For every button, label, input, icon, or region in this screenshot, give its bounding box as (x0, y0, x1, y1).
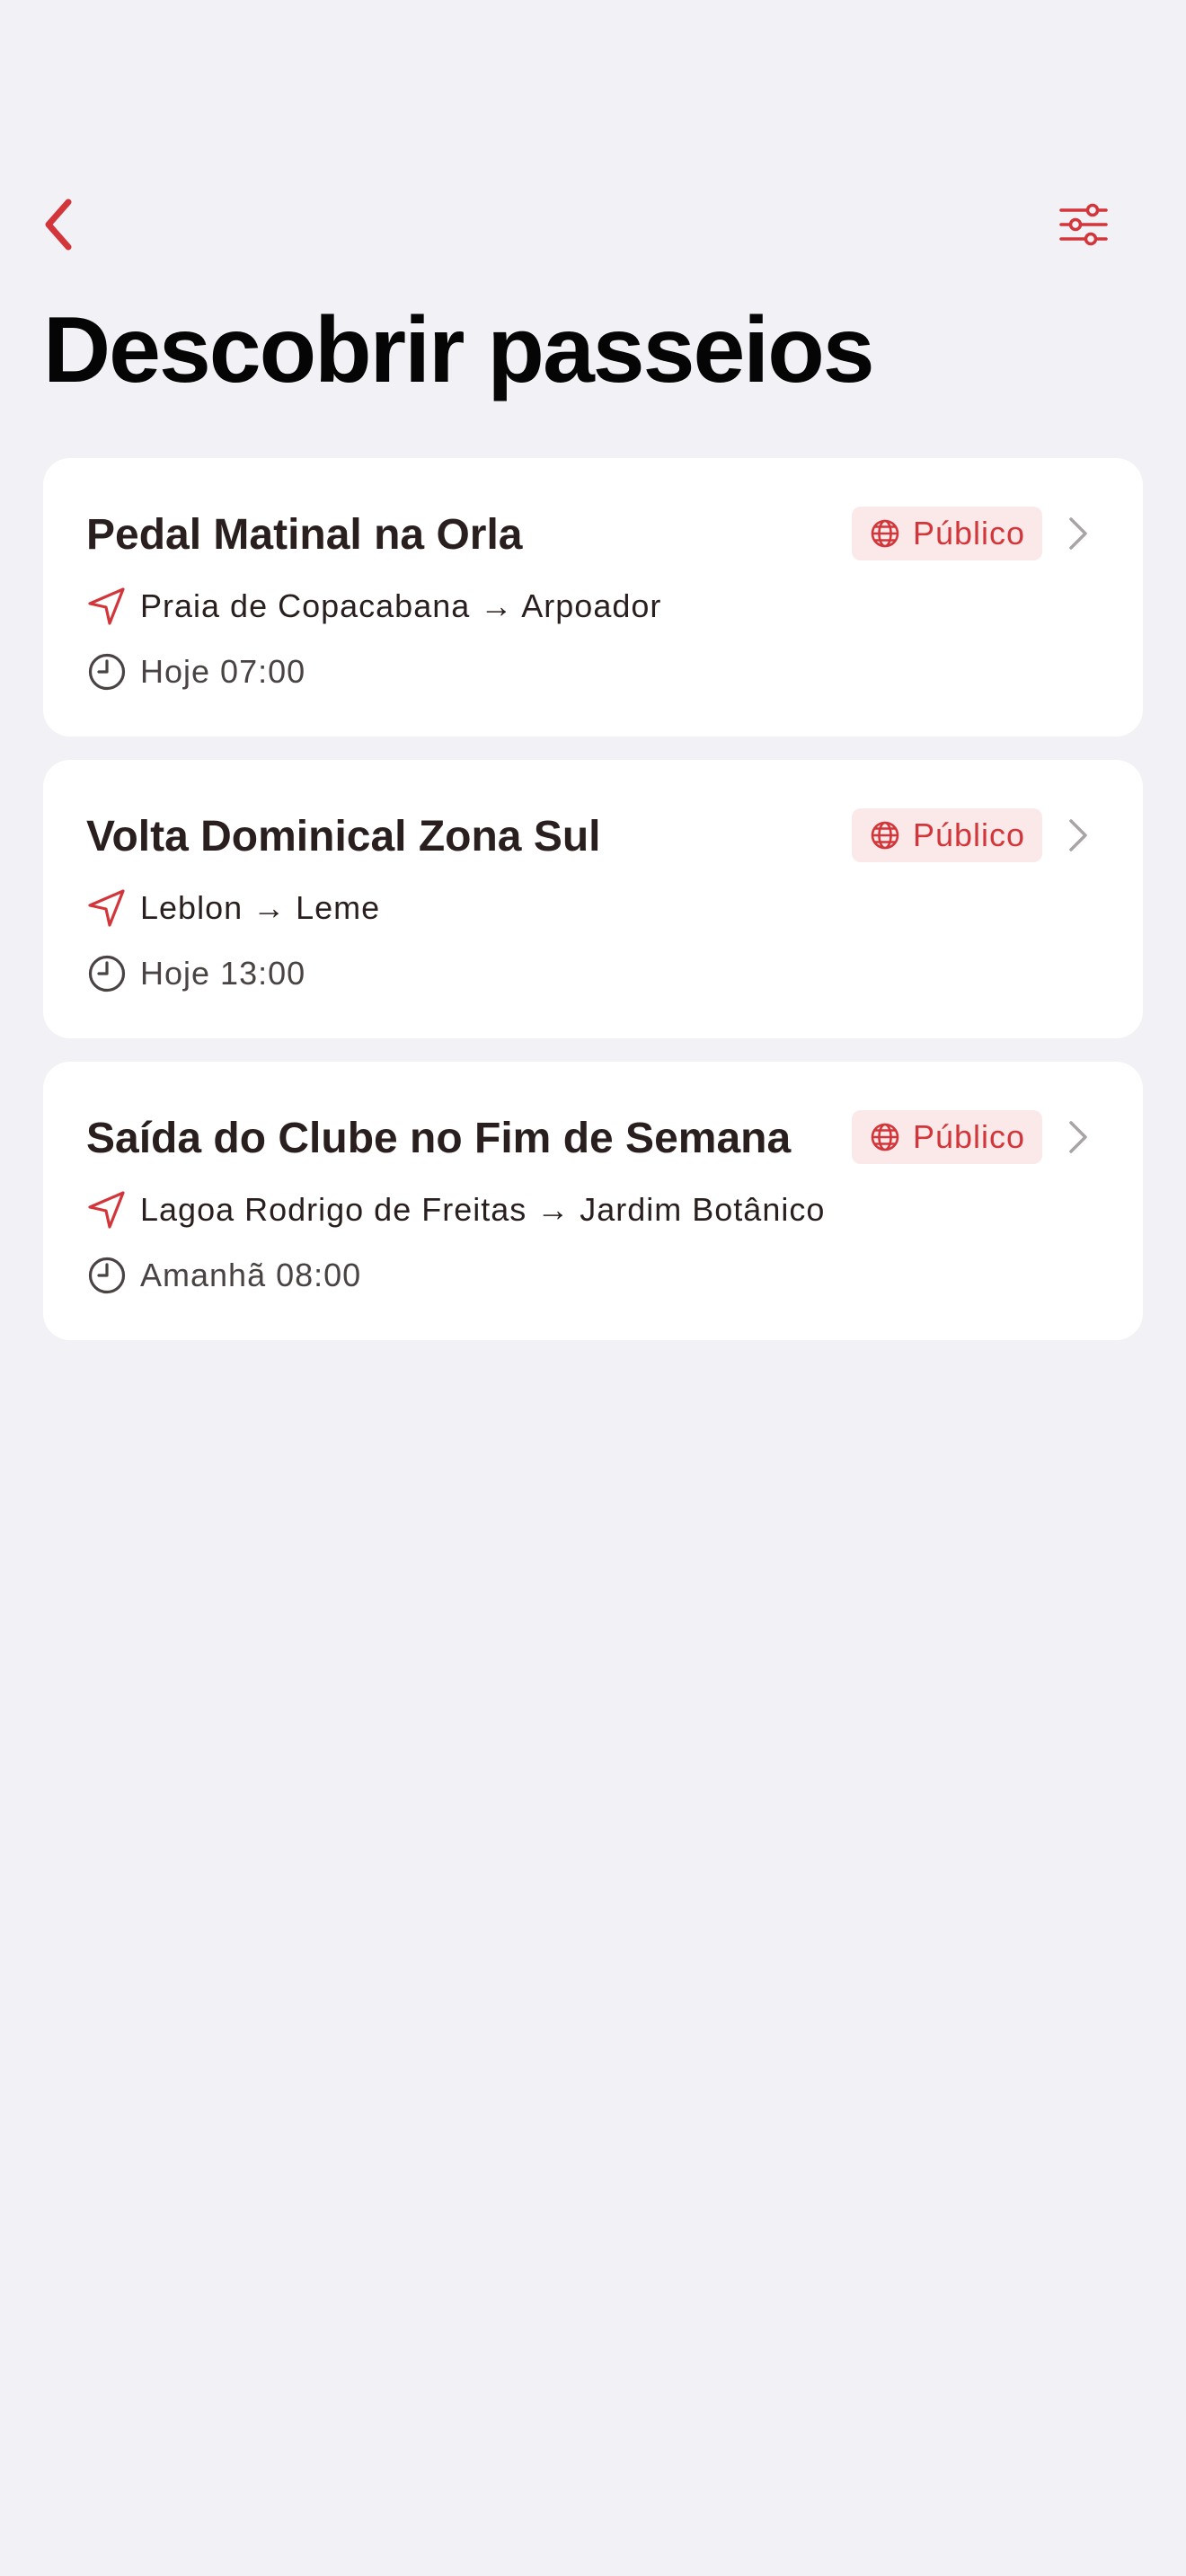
ride-route: Praia de Copacabana → Arpoador (86, 584, 661, 629)
location-arrow-icon (86, 887, 128, 929)
ride-card[interactable]: Saída do Clube no Fim de Semana Público … (43, 1062, 1143, 1340)
ride-time: Hoje 07:00 (86, 649, 305, 694)
badge-label: Público (913, 816, 1026, 853)
route-label: Leblon → Leme (140, 889, 381, 926)
visibility-badge: Público (852, 808, 1042, 862)
visibility-badge: Público (852, 1110, 1042, 1164)
ride-title: Volta Dominical Zona Sul (86, 813, 601, 860)
globe-icon (871, 1123, 899, 1151)
time-label: Amanhã 08:00 (140, 1257, 362, 1293)
chevron-right-icon (1064, 514, 1093, 553)
ride-card[interactable]: Pedal Matinal na Orla Público Praia de C… (43, 458, 1143, 737)
filter-button[interactable] (1051, 196, 1116, 253)
ride-title: Pedal Matinal na Orla (86, 511, 523, 559)
location-arrow-icon (86, 586, 128, 627)
ride-title: Saída do Clube no Fim de Semana (86, 1115, 792, 1162)
ride-time: Amanhã 08:00 (86, 1253, 361, 1298)
globe-icon (871, 519, 899, 548)
badge-label: Público (913, 1118, 1026, 1155)
back-button[interactable] (29, 196, 86, 253)
ride-route: Leblon → Leme (86, 886, 380, 931)
chevron-left-icon (45, 198, 72, 251)
ride-card[interactable]: Volta Dominical Zona Sul Público Leblon … (43, 760, 1143, 1038)
route-label: Lagoa Rodrigo de Freitas → Jardim Botâni… (140, 1191, 826, 1228)
clock-icon (86, 1255, 128, 1296)
visibility-badge: Público (852, 507, 1042, 560)
time-label: Hoje 07:00 (140, 653, 306, 690)
location-arrow-icon (86, 1189, 128, 1231)
chevron-right-icon (1064, 816, 1093, 855)
ride-time: Hoje 13:00 (86, 951, 305, 996)
clock-icon (86, 651, 128, 693)
globe-icon (871, 821, 899, 850)
badge-label: Público (913, 515, 1026, 551)
ride-route: Lagoa Rodrigo de Freitas → Jardim Botâni… (86, 1187, 825, 1232)
page-title: Descobrir passeios (43, 298, 875, 402)
clock-icon (86, 953, 128, 994)
route-label: Praia de Copacabana → Arpoador (140, 587, 662, 624)
chevron-right-icon (1064, 1117, 1093, 1157)
time-label: Hoje 13:00 (140, 955, 306, 992)
navigation-bar (0, 180, 1186, 269)
sliders-icon (1059, 203, 1108, 246)
